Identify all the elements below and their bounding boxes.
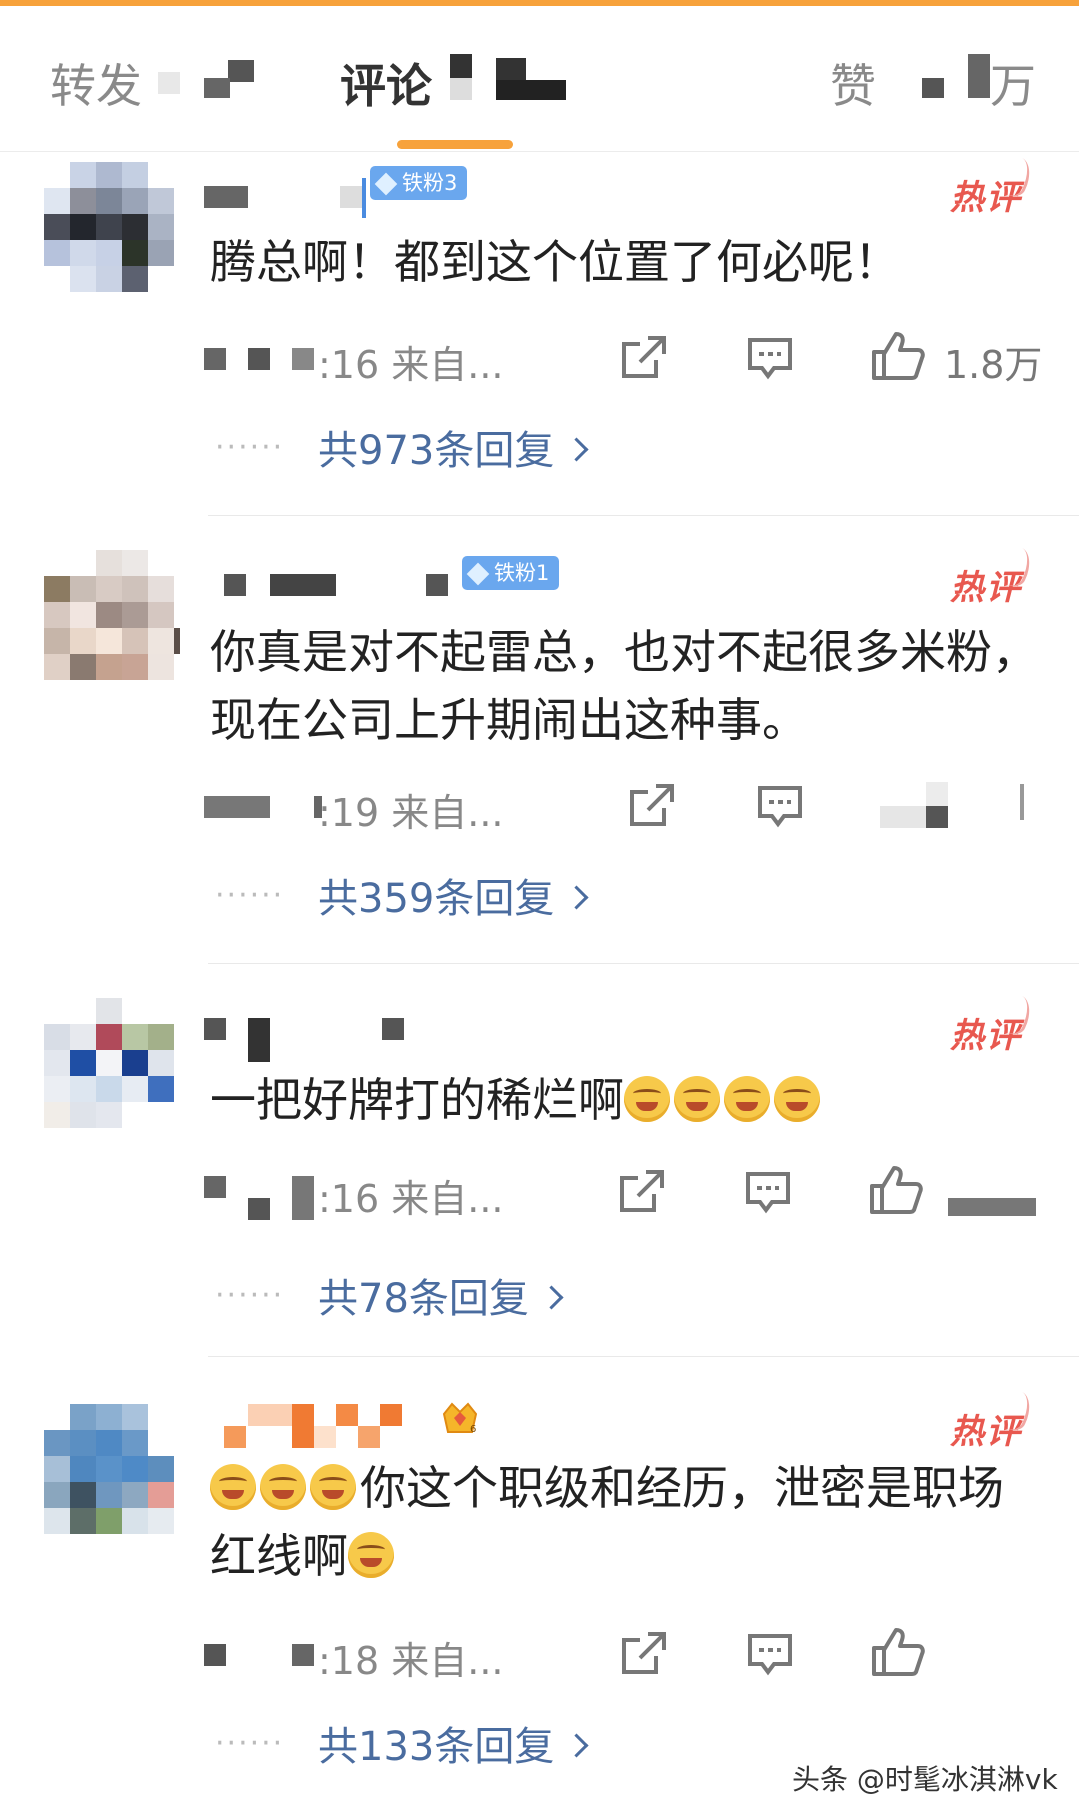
like-count-blurred [948,1198,1036,1216]
crying-laughing-emoji-icon [348,1532,394,1578]
avatar[interactable] [44,162,176,294]
blurred-count [158,72,180,94]
tab-divider [0,151,1079,152]
like-icon-blurred[interactable] [880,806,926,828]
tab-reposts-label: 转发 [50,59,142,113]
reply-dots: ······ [215,878,285,913]
comment-icon[interactable] [746,336,794,380]
hot-comment-label: 热评 [950,150,1037,219]
tab-comments-label: 评论 [340,59,432,113]
comment-meta: :19 来自... [200,782,1040,835]
avatar[interactable] [44,550,180,682]
blurred-count [228,60,254,82]
comment-text: 你真是对不起雷总，也对不起很多米粉，现在公司上升期闹出这种事。 [210,625,1038,747]
view-replies-link[interactable]: 共973条回复 [318,418,589,476]
diamond-icon [374,172,398,196]
reply-dots: ······ [215,1726,285,1761]
comment-divider [208,963,1079,964]
replies-label: 共78条回复 [318,1276,529,1322]
comment-divider [208,1356,1079,1357]
comment-icon[interactable] [746,1632,794,1676]
crown-level-icon[interactable]: 6 [440,1400,480,1436]
tab-likes-count-suffix: 万 [990,50,1036,116]
chevron-right-icon [564,437,589,462]
blurred-count [496,80,566,100]
comment-text: 你这个职级和经历，泄密是职场红线啊 [210,1454,1040,1590]
hot-comment-label: 热评 [950,988,1037,1057]
comment-meta: :18 来自... [200,1628,1040,1683]
comment-text-body: 一把好牌打的稀烂啊 [210,1073,624,1127]
tab-bar: 转发 评论 赞 万 [0,6,1079,152]
chevron-right-icon [564,885,589,910]
tab-reposts[interactable]: 转发 [50,50,254,116]
chevron-right-icon [564,1733,589,1758]
like-icon[interactable] [870,330,926,382]
reply-dots: ······ [215,430,285,465]
blurred-count [450,54,472,78]
fan-badge-label: 铁粉1 [494,561,550,585]
avatar[interactable] [44,998,176,1130]
timestamp: :19 来自... [318,791,504,835]
hot-comment-label: 热评 [950,1384,1037,1453]
diamond-icon [466,562,490,586]
source-watermark: 头条 @时髦冰淇淋vk [792,1763,1058,1796]
timestamp: :16 来自... [318,1177,504,1221]
username-blurred[interactable] [200,1402,402,1448]
like-icon[interactable] [868,1164,924,1216]
comment-meta: :16 来自... [200,1166,1040,1221]
smirk-emoji-icon [210,1464,256,1510]
username-blurred[interactable] [200,566,460,606]
like-icon[interactable] [870,1626,926,1678]
chevron-right-icon [539,1285,564,1310]
fan-badge[interactable]: 铁粉1 [462,556,560,590]
tab-likes-label: 赞 [830,59,876,113]
crying-laughing-emoji-icon [624,1076,670,1122]
timestamp: :18 来自... [318,1639,504,1683]
comment-icon[interactable] [744,1170,792,1214]
view-replies-link[interactable]: 共359条回复 [318,866,589,924]
replies-label: 共973条回复 [318,428,555,474]
share-icon[interactable] [626,782,676,828]
blurred-count [450,78,472,100]
blurred-count [496,58,526,82]
tab-comments[interactable]: 评论 [340,50,566,116]
fan-badge[interactable]: 铁粉3 [370,166,468,200]
crying-laughing-emoji-icon [724,1076,770,1122]
active-tab-indicator [397,140,513,149]
fan-badge-label: 铁粉3 [402,171,458,195]
share-icon[interactable] [616,1168,666,1214]
tab-likes[interactable]: 赞 [830,50,990,116]
comment-icon[interactable] [756,784,804,828]
blurred-count [204,78,230,98]
likes-suffix: 万 [990,59,1036,113]
comment-text: 腾总啊！都到这个位置了何必呢！ [210,235,900,289]
comment-meta: :16 来自... 1.8万 [200,332,1042,387]
crying-laughing-emoji-icon [674,1076,720,1122]
crown-level-number: 6 [470,1424,476,1435]
smirk-emoji-icon [260,1464,306,1510]
crying-laughing-emoji-icon [774,1076,820,1122]
view-replies-link[interactable]: 共133条回复 [318,1714,589,1772]
blurred-count [922,78,944,98]
blurred-count [968,54,990,98]
view-replies-link[interactable]: 共78条回复 [318,1266,564,1324]
reply-dots: ······ [215,1278,285,1313]
username-blurred[interactable] [200,1012,420,1062]
hot-comment-label: 热评 [950,540,1037,609]
share-icon[interactable] [618,1630,668,1676]
comment-divider [208,515,1079,516]
replies-label: 共359条回复 [318,876,555,922]
timestamp: :16 来自... [318,343,504,387]
comment-text: 一把好牌打的稀烂啊 [210,1066,1040,1134]
like-count: 1.8万 [944,343,1043,387]
share-icon[interactable] [618,334,668,380]
replies-label: 共133条回复 [318,1724,555,1770]
avatar[interactable] [44,1404,176,1536]
smirk-emoji-icon [310,1464,356,1510]
